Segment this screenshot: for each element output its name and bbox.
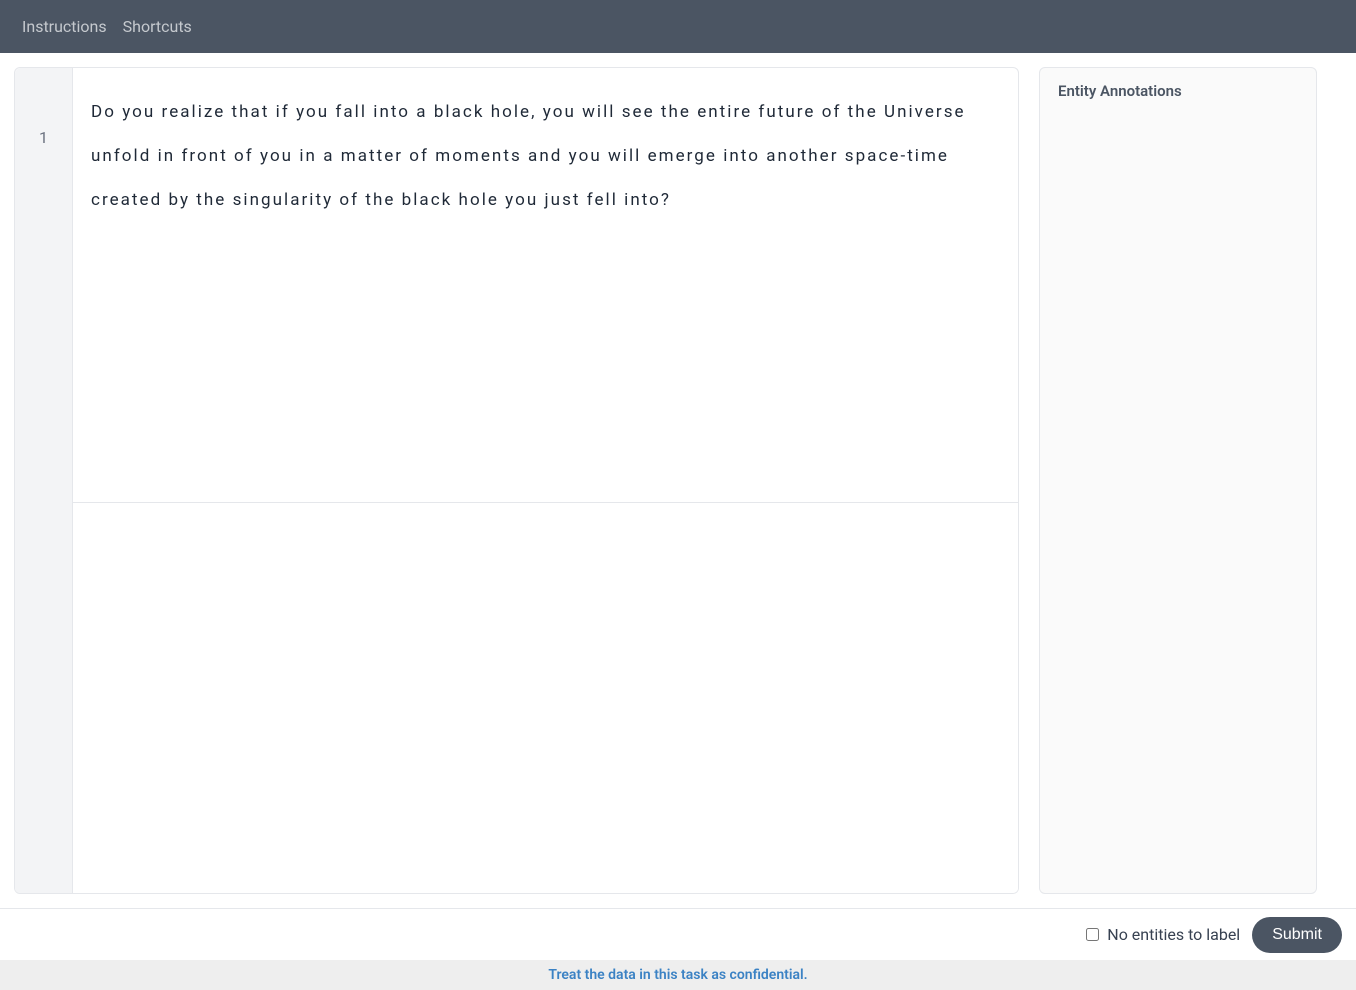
text-body-wrap: Do you realize that if you fall into a b… xyxy=(73,68,1018,893)
text-body-empty xyxy=(73,503,1018,893)
no-entities-checkbox-wrap: No entities to label xyxy=(1086,925,1240,944)
entity-annotations-title: Entity Annotations xyxy=(1058,82,1298,100)
shortcuts-link[interactable]: Shortcuts xyxy=(123,17,192,36)
submit-button[interactable]: Submit xyxy=(1252,917,1342,953)
entity-annotations-panel: Entity Annotations xyxy=(1039,67,1317,894)
no-entities-checkbox[interactable] xyxy=(1086,928,1099,941)
annotation-text[interactable]: Do you realize that if you fall into a b… xyxy=(73,68,1018,503)
bottom-bar: No entities to label Submit xyxy=(0,908,1356,960)
no-entities-label[interactable]: No entities to label xyxy=(1107,925,1240,944)
line-number: 1 xyxy=(15,128,72,147)
instructions-link[interactable]: Instructions xyxy=(22,17,107,36)
confidential-bar: Treat the data in this task as confident… xyxy=(0,960,1356,990)
confidential-text: Treat the data in this task as confident… xyxy=(548,967,807,983)
content-panel: 1 Do you realize that if you fall into a… xyxy=(14,67,1019,894)
line-gutter: 1 xyxy=(15,68,73,893)
top-bar: Instructions Shortcuts xyxy=(0,0,1356,53)
main-area: 1 Do you realize that if you fall into a… xyxy=(0,53,1356,908)
